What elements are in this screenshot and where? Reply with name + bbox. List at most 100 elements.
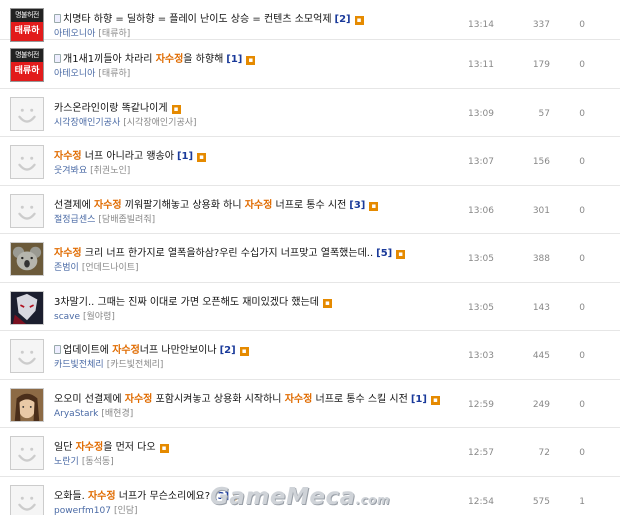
new-icon: ▪ (322, 298, 332, 308)
keyword-highlight: 자수정 (93, 199, 122, 211)
post-time: 12:57 (468, 448, 494, 458)
post-row[interactable]: 일단 자수정을 먼저 다오 ▪ 노란기 [동석동] 12:57 72 0 (0, 428, 620, 477)
post-row[interactable]: 자수정 크리 너프 한가지로 열폭을하삼?우린 수십가지 너프맞고 열폭했는데.… (0, 234, 620, 283)
view-count: 143 (532, 302, 550, 313)
post-row[interactable]: 업데이트에 자수정너프 나만안보이나 [2] ▪ 카드빛전체리 [카드빛전체리] 13:0… (0, 331, 620, 380)
avatar[interactable] (10, 242, 44, 276)
post-author[interactable]: 절정급센스 [담배좀빌려줘] (54, 212, 155, 225)
post-author[interactable]: 존범이 [언데드나이트] (54, 260, 139, 273)
avatar[interactable] (10, 484, 44, 515)
keyword-highlight: 자수정 (284, 393, 313, 405)
post-row[interactable]: 3차말기.. 그때는 진짜 이대로 가면 오픈해도 재미있겠다 했는데 ▪ scav… (0, 283, 620, 331)
post-title-link[interactable]: 카스온라인이랑 똑같나이게 ▪ (54, 99, 464, 114)
title-text: 업데이트에 (63, 345, 113, 356)
post-author[interactable]: 카드빛전체리 [카드빛전체리] (54, 357, 163, 370)
author-group: [태류하] (98, 29, 131, 39)
badge-bottom-label: 태류하 (11, 22, 43, 41)
author-name: 카드빛전체리 (54, 360, 104, 370)
document-icon (54, 14, 61, 23)
author-name: 존범이 (54, 263, 79, 273)
avatar[interactable] (10, 387, 44, 422)
author-name: scave (54, 311, 81, 322)
author-name: 절정급센스 (54, 214, 96, 225)
post-row[interactable]: 선결제에 자수정 끼워팔기해놓고 상용화 하니 자수정 너프로 통수 시전 [3]… (0, 186, 620, 234)
comment-count: [2] (219, 345, 236, 356)
like-count: 0 (579, 205, 585, 216)
post-row[interactable]: 카스온라인이랑 똑같나이게 ▪ 시각장애인기공사 [시각장애인기공사] 13:09 57 0 (0, 89, 620, 137)
post-title-link[interactable]: 자수정 크리 너프 한가지로 열폭을하삼?우린 수십가지 너프맞고 열폭했는데.… (54, 244, 464, 259)
view-count: 249 (532, 399, 550, 410)
post-title-link[interactable]: 자수정 너프 아니라고 왱송아 [1] ▪ (54, 147, 464, 162)
post-author[interactable]: 노란기 [동석동] (54, 454, 114, 467)
badge-top-label: 명불허전 (11, 49, 43, 62)
author-group: [인담] (113, 505, 138, 515)
post-row[interactable]: 명불허전 태류하 치명타 하향 = 딜하향 = 플레이 난이도 상승 = 컨텐츠 소… (0, 0, 620, 42)
new-icon: ▪ (239, 347, 249, 356)
post-author[interactable]: 아테오니아 [태류하] (54, 26, 130, 39)
title-text: 너프로 통수 시전 (272, 199, 347, 211)
avatar[interactable] (10, 193, 44, 228)
avatar[interactable]: 명불허전 태류하 (10, 48, 44, 82)
post-time: 13:09 (468, 108, 494, 119)
keyword-highlight: 자수정 (54, 248, 82, 259)
post-title-link[interactable]: 3차말기.. 그때는 진짜 이대로 가면 오픈해도 재미있겠다 했는데 ▪ (54, 293, 464, 308)
title-text: 3차말기.. 그때는 진짜 이대로 가면 오픈해도 재미있겠다 했는데 (54, 296, 319, 308)
view-count: 445 (532, 351, 550, 361)
author-name: AryaStark (54, 408, 99, 419)
title-text: 포함시켜놓고 상용화 시작하니 (152, 393, 285, 405)
avatar[interactable] (10, 290, 44, 325)
comment-count: [5] (376, 248, 393, 259)
post-row[interactable]: 오오미 선결제에 자수정 포함시켜놓고 상용화 시작하니 자수정 너프로 통수 … (0, 380, 620, 428)
watermark-suffix: .com (355, 493, 391, 507)
post-title-link[interactable]: 업데이트에 자수정너프 나만안보이나 [2] ▪ (54, 341, 464, 356)
post-author[interactable]: powerfm107 [인담] (54, 503, 138, 515)
title-text: 을 하향해 (183, 54, 224, 65)
avatar[interactable] (10, 96, 44, 131)
new-icon: ▪ (396, 250, 406, 259)
like-count: 0 (579, 254, 585, 264)
post-title-link[interactable]: 개1새1끼들아 차라리 자수정을 하향해 [1] ▪ (54, 50, 464, 65)
view-count: 179 (532, 60, 550, 70)
keyword-highlight: 자수정 (87, 490, 116, 502)
post-time: 12:59 (468, 399, 494, 410)
like-count: 0 (579, 302, 585, 313)
post-time: 13:05 (468, 302, 494, 313)
post-title-link[interactable]: 치명타 하향 = 딜하향 = 플레이 난이도 상승 = 컨텐츠 소모억제 [2] ▪ (54, 10, 464, 25)
post-author[interactable]: AryaStark [배현경] (54, 406, 133, 419)
view-count: 301 (532, 205, 550, 216)
post-time: 13:05 (468, 254, 494, 264)
like-count: 0 (579, 60, 585, 70)
badge-bottom-label: 태류하 (11, 62, 43, 81)
author-name: powerfm107 (54, 505, 111, 515)
post-author[interactable]: 아테오니아 [태류하] (54, 66, 130, 79)
view-count: 575 (532, 496, 550, 507)
title-text: 을 먼저 다오 (103, 442, 156, 453)
avatar[interactable] (10, 339, 44, 373)
post-time: 13:06 (468, 205, 494, 216)
author-name: 시각장애인기공사 (54, 117, 121, 128)
view-count: 156 (532, 157, 550, 167)
post-title-link[interactable]: 오오미 선결제에 자수정 포함시켜놓고 상용화 시작하니 자수정 너프로 통수 … (54, 390, 464, 405)
post-row[interactable]: 명불허전 태류하 개1새1끼들아 차라리 자수정을 하향해 [1] ▪ 아테오니아 [태류하… (0, 40, 620, 89)
title-text: 오오미 선결제에 (54, 393, 125, 405)
keyword-highlight: 자수정 (112, 345, 140, 356)
avatar[interactable] (10, 436, 44, 470)
like-count: 0 (579, 399, 585, 410)
author-name: 아테오니아 (54, 69, 96, 79)
avatar[interactable]: 명불허전 태류하 (10, 8, 44, 42)
post-row[interactable]: 자수정 너프 아니라고 왱송아 [1] ▪ 웃겨봐요 [취권노인] 13:07 156 0 (0, 137, 620, 186)
post-author[interactable]: scave [월야령] (54, 309, 115, 322)
avatar[interactable] (10, 145, 44, 179)
post-title-link[interactable]: 일단 자수정을 먼저 다오 ▪ (54, 438, 464, 453)
view-count: 72 (538, 448, 550, 458)
keyword-highlight: 자수정 (244, 199, 273, 211)
title-text: 일단 (54, 442, 76, 453)
gamemeca-watermark: GameMeca.com (210, 484, 390, 510)
post-author[interactable]: 시각장애인기공사 [시각장애인기공사] (54, 115, 197, 128)
keyword-highlight: 자수정 (124, 393, 153, 405)
title-text: 끼워팔기해놓고 상용화 하니 (121, 199, 245, 211)
post-author[interactable]: 웃겨봐요 [취권노인] (54, 163, 130, 176)
comment-count: [1] (176, 151, 194, 162)
title-text: 너프가 무슨소리에요? (115, 490, 211, 502)
post-title-link[interactable]: 선결제에 자수정 끼워팔기해놓고 상용화 하니 자수정 너프로 통수 시전 [3]… (54, 196, 464, 211)
